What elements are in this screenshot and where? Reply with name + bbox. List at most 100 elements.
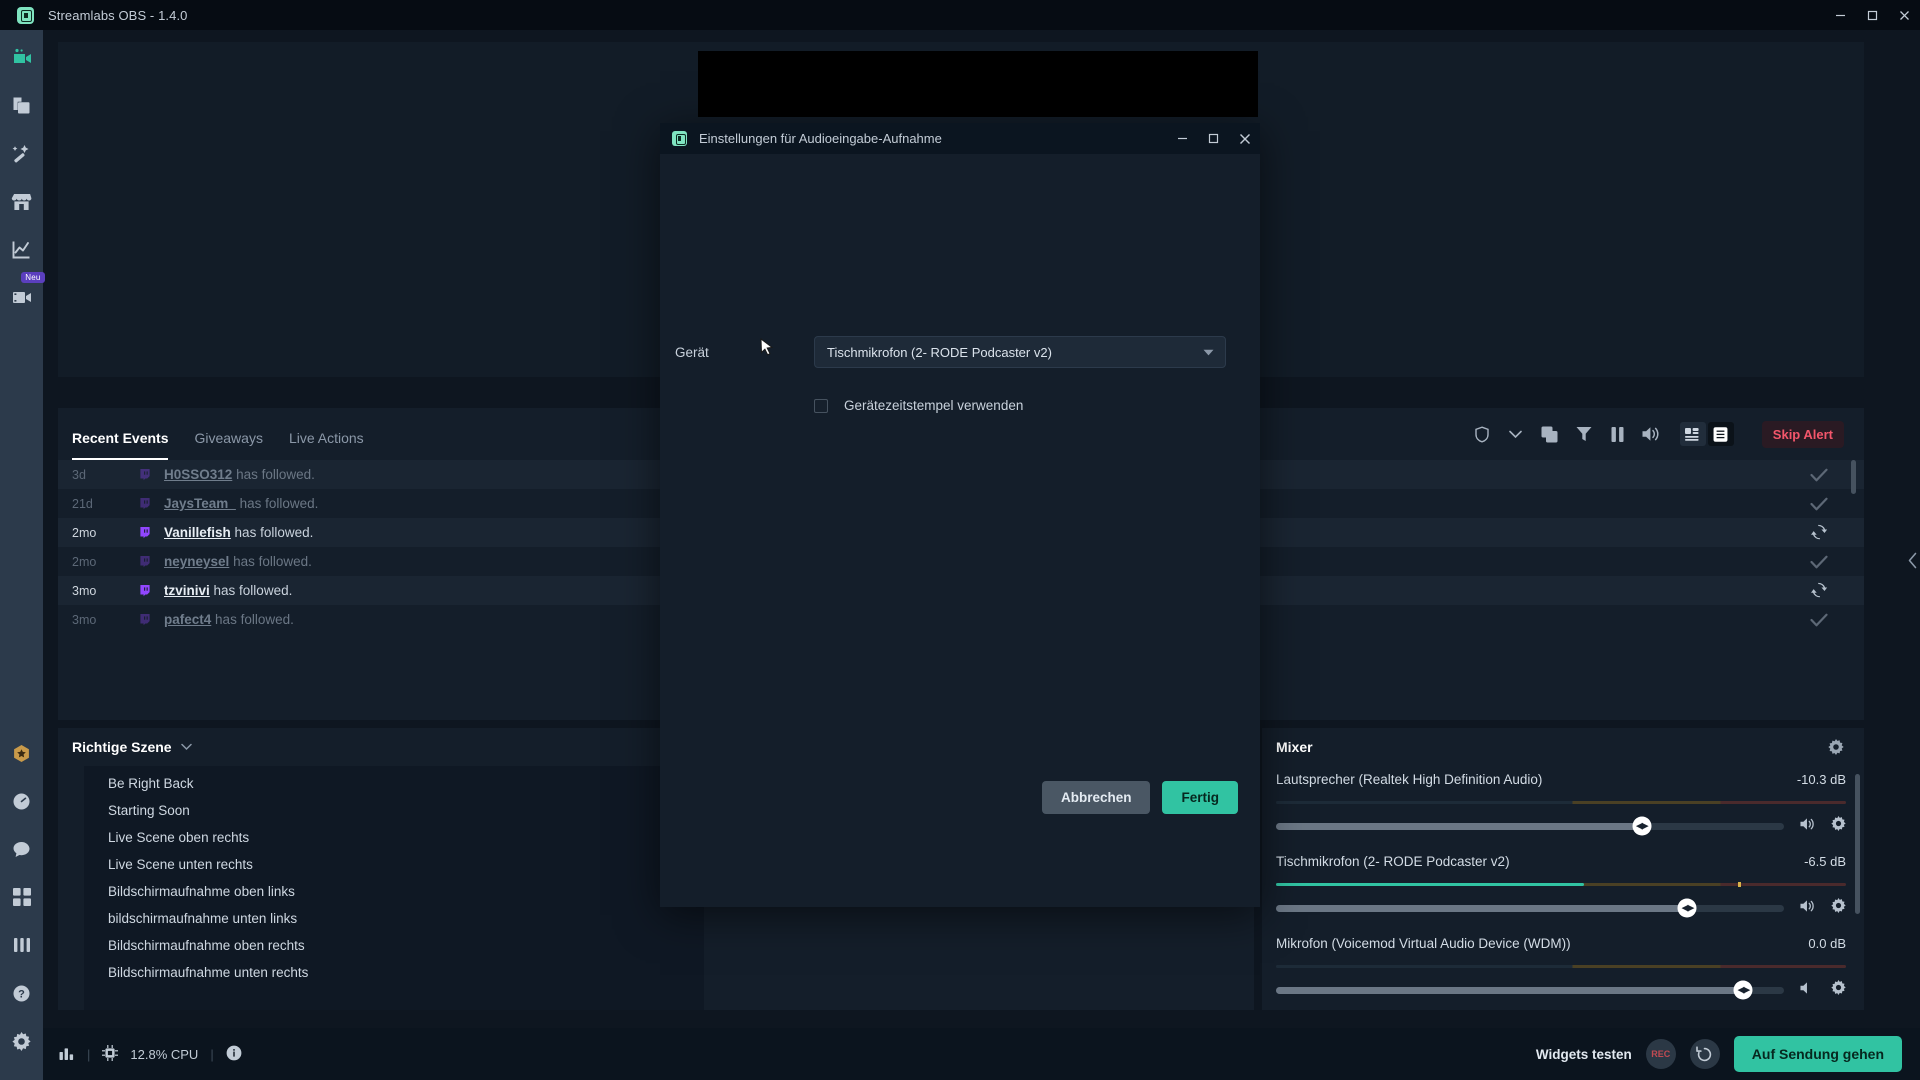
speaker-icon[interactable] <box>1800 817 1816 836</box>
volume-slider[interactable]: ◀▶ <box>1276 898 1784 918</box>
sidebar-item-highlighter[interactable]: Neu <box>9 272 45 310</box>
list-item[interactable]: Live Scene unten rechts <box>84 851 704 878</box>
scene-collection-name[interactable]: Richtige Szene <box>72 739 172 755</box>
check-icon[interactable] <box>1810 613 1828 627</box>
sidebar-item-themes[interactable] <box>9 92 35 118</box>
close-button[interactable] <box>1888 0 1920 30</box>
twitch-icon <box>138 526 151 539</box>
mixer-channel-icons <box>1800 898 1846 918</box>
event-time: 3mo <box>72 612 97 627</box>
mixer-scrollbar[interactable] <box>1855 774 1860 914</box>
store-icon <box>11 191 32 212</box>
check-icon[interactable] <box>1810 497 1828 511</box>
event-username[interactable]: H0SSO312 <box>164 467 232 482</box>
list-item[interactable]: bildschirmaufnahme unten links <box>84 905 704 932</box>
compact-view-icon[interactable] <box>1679 422 1706 446</box>
speaker-icon[interactable] <box>1800 981 1816 1000</box>
list-item[interactable]: Bildschirmaufnahme oben links <box>84 878 704 905</box>
sidebar-item-settings[interactable] <box>9 1028 35 1054</box>
dialog-close-button[interactable] <box>1229 123 1260 154</box>
tab-recent-events[interactable]: Recent Events <box>72 408 169 460</box>
cancel-button[interactable]: Abbrechen <box>1041 781 1151 814</box>
twitch-icon <box>138 613 151 626</box>
event-username[interactable]: Vanillefish <box>164 525 231 540</box>
list-item[interactable]: Live Scene oben rechts <box>84 824 704 851</box>
info-icon[interactable] <box>226 1045 242 1064</box>
done-button[interactable]: Fertig <box>1162 781 1238 814</box>
gear-icon[interactable] <box>1831 816 1846 836</box>
sidebar-item-dashboard[interactable] <box>9 236 35 262</box>
maximize-button[interactable] <box>1856 0 1888 30</box>
window-title-bar: Streamlabs OBS - 1.4.0 <box>0 0 1920 30</box>
shield-icon[interactable] <box>1472 424 1492 444</box>
skip-alert-button[interactable]: Skip Alert <box>1761 420 1844 448</box>
volume-slider-handle[interactable]: ◀▶ <box>1632 816 1652 836</box>
sidebar-item-editor[interactable] <box>9 44 35 70</box>
mixer-channel-controls: ◀▶ <box>1276 898 1846 918</box>
dialog-minimize-button[interactable] <box>1167 123 1198 154</box>
event-time: 3d <box>72 467 86 482</box>
replay-buffer-button[interactable] <box>1689 1039 1720 1069</box>
refresh-icon[interactable] <box>1811 582 1828 599</box>
chevron-down-icon[interactable] <box>180 743 192 751</box>
sidebar-item-alertbox[interactable] <box>9 140 35 166</box>
audio-level-meter <box>1276 882 1846 887</box>
event-text: H0SSO312 has followed. <box>164 467 315 482</box>
volume-slider-handle[interactable]: ◀▶ <box>1677 898 1697 918</box>
volume-slider[interactable]: ◀▶ <box>1276 816 1784 836</box>
minimize-button[interactable] <box>1824 0 1856 30</box>
volume-slider[interactable]: ◀▶ <box>1276 980 1784 1000</box>
speaker-icon[interactable] <box>1800 899 1816 918</box>
mixer-title: Mixer <box>1276 739 1313 755</box>
refresh-icon[interactable] <box>1811 524 1828 541</box>
tab-giveaways[interactable]: Giveaways <box>194 408 262 460</box>
gear-icon[interactable] <box>1828 739 1844 755</box>
window-controls <box>1824 0 1920 30</box>
recent-events-toolbar: Skip Alert <box>1472 420 1844 448</box>
event-action-text: has followed. <box>236 467 315 482</box>
speaker-icon[interactable] <box>1642 424 1662 444</box>
sidebar-item-layout[interactable] <box>9 884 35 910</box>
list-item[interactable]: Bildschirmaufnahme unten rechts <box>84 959 704 986</box>
sidebar-item-prime[interactable] <box>9 740 35 766</box>
sidebar-item-chat[interactable] <box>9 836 35 862</box>
copy-icon[interactable] <box>1540 424 1560 444</box>
list-item[interactable]: Starting Soon <box>84 797 704 824</box>
gear-icon[interactable] <box>1831 980 1846 1000</box>
event-username[interactable]: tzvinivi <box>164 583 210 598</box>
gear-icon[interactable] <box>1831 898 1846 918</box>
check-icon[interactable] <box>1810 555 1828 569</box>
go-live-button[interactable]: Auf Sendung gehen <box>1733 1036 1902 1072</box>
list-item[interactable]: Be Right Back <box>84 770 704 797</box>
event-username[interactable]: pafect4 <box>164 612 211 627</box>
filter-icon[interactable] <box>1574 424 1594 444</box>
sidebar-item-store[interactable] <box>9 188 35 214</box>
tab-live-actions[interactable]: Live Actions <box>289 408 364 460</box>
mixer-channel-name: Tischmikrofon (2- RODE Podcaster v2) <box>1276 854 1510 869</box>
event-username[interactable]: JaysTeam_ <box>164 496 236 511</box>
list-item[interactable]: Bildschirmaufnahme oben rechts <box>84 932 704 959</box>
panel-collapse-handle[interactable] <box>1906 540 1920 580</box>
check-icon[interactable] <box>1810 468 1828 482</box>
dialog-maximize-button[interactable] <box>1198 123 1229 154</box>
events-scrollbar[interactable] <box>1851 460 1856 494</box>
device-select-value: Tischmikrofon (2- RODE Podcaster v2) <box>827 344 1052 360</box>
list-view-icon[interactable] <box>1707 422 1734 446</box>
sidebar-item-help[interactable]: ? <box>9 980 35 1006</box>
bar-chart-icon[interactable] <box>59 1045 75 1063</box>
pause-icon[interactable] <box>1608 424 1628 444</box>
sidebar-item-columns[interactable] <box>9 932 35 958</box>
mixer-channel-db: -6.5 dB <box>1804 854 1846 869</box>
sidebar-item-moon[interactable] <box>9 788 35 814</box>
twitch-icon <box>138 468 151 481</box>
device-select[interactable]: Tischmikrofon (2- RODE Podcaster v2) <box>814 336 1226 368</box>
device-timestamp-checkbox[interactable] <box>814 398 828 413</box>
event-username[interactable]: neyneysel <box>164 554 229 569</box>
event-text: Vanillefish has followed. <box>164 525 313 540</box>
chevron-down-icon[interactable] <box>1506 424 1526 444</box>
test-widgets-button[interactable]: Widgets testen <box>1536 1047 1632 1062</box>
device-timestamp-checkbox-row[interactable]: Gerätezeitstempel verwenden <box>814 398 1023 413</box>
record-button[interactable]: REC <box>1645 1039 1676 1069</box>
volume-slider-handle[interactable]: ◀▶ <box>1733 980 1753 1000</box>
mixer-channel-controls: ◀▶ <box>1276 816 1846 836</box>
